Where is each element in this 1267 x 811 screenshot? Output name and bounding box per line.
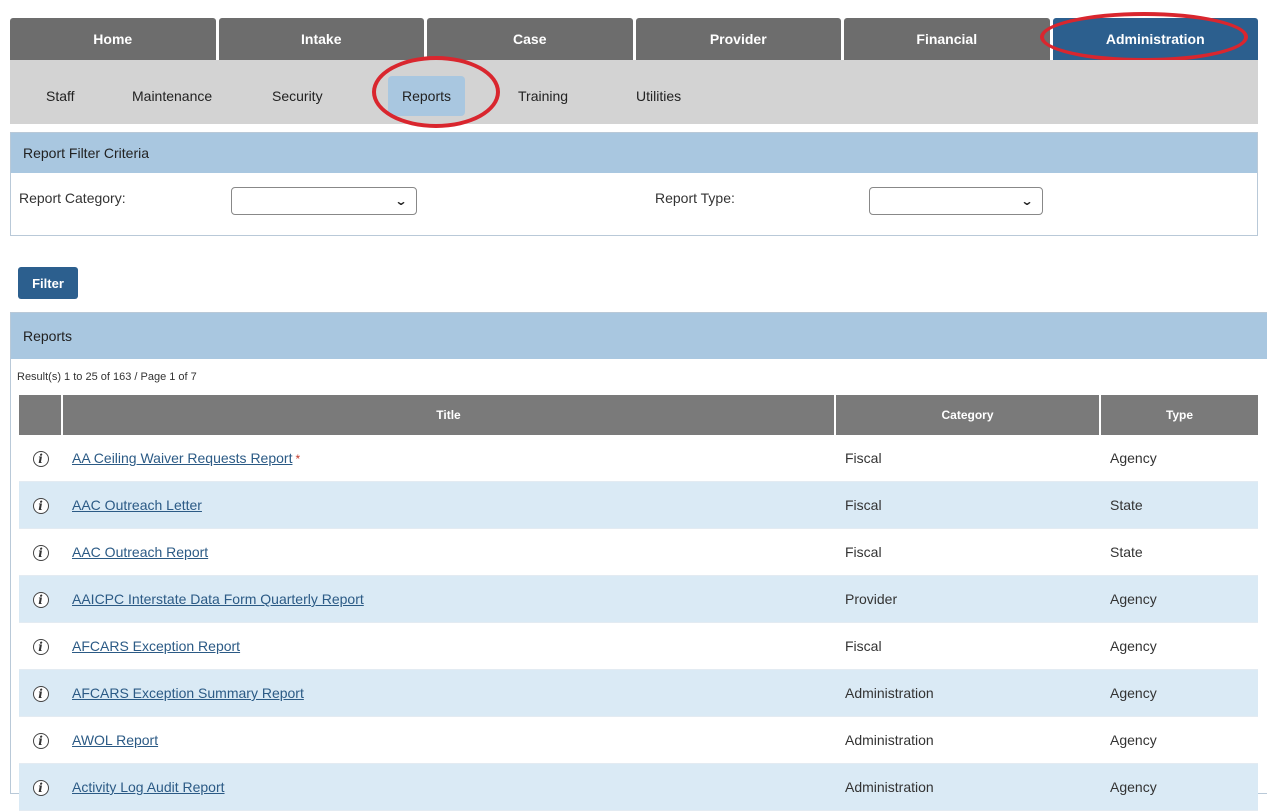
report-title-link[interactable]: AAICPC Interstate Data Form Quarterly Re…	[72, 591, 364, 607]
tab-intake[interactable]: Intake	[218, 18, 424, 60]
sub-nav: Staff Maintenance Security Reports Train…	[10, 60, 1258, 124]
info-icon[interactable]: i	[32, 591, 49, 608]
report-type-cell: Agency	[1100, 435, 1258, 482]
report-type-cell: Agency	[1100, 622, 1258, 670]
report-type-cell: State	[1100, 528, 1258, 576]
table-row: i AWOL Report Administration Agency	[19, 716, 1258, 764]
report-category-cell: Administration	[835, 716, 1100, 764]
report-filter-panel: Report Filter Criteria Report Category: …	[10, 132, 1258, 236]
subnav-item-utilities[interactable]: Utilities	[626, 82, 691, 110]
subnav-item-staff[interactable]: Staff	[36, 82, 85, 110]
table-row: i AFCARS Exception Summary Report Admini…	[19, 669, 1258, 717]
subnav-item-training[interactable]: Training	[508, 82, 578, 110]
info-icon[interactable]: i	[32, 779, 49, 796]
report-title-link[interactable]: AAC Outreach Letter	[72, 497, 202, 513]
report-category-label: Report Category:	[19, 190, 126, 206]
report-type-label: Report Type:	[655, 190, 735, 206]
chevron-down-icon: ⌄	[1020, 194, 1034, 208]
report-category-cell: Fiscal	[835, 528, 1100, 576]
report-title-link[interactable]: AFCARS Exception Summary Report	[72, 685, 304, 701]
report-category-cell: Provider	[835, 575, 1100, 623]
column-header-type[interactable]: Type	[1100, 395, 1258, 435]
results-count: Result(s) 1 to 25 of 163 / Page 1 of 7	[17, 371, 197, 383]
info-icon[interactable]: i	[32, 497, 49, 514]
report-category-cell: Administration	[835, 763, 1100, 811]
reports-panel: Reports Result(s) 1 to 25 of 163 / Page …	[10, 312, 1267, 811]
report-type-cell: Agency	[1100, 763, 1258, 811]
subnav-item-security[interactable]: Security	[262, 82, 333, 110]
chevron-down-icon: ⌄	[394, 194, 408, 208]
table-row: i AFCARS Exception Report Fiscal Agency	[19, 622, 1258, 670]
report-title-link[interactable]: Activity Log Audit Report	[72, 779, 225, 795]
required-asterisk: *	[295, 452, 301, 466]
reports-table: Title Category Type i AA Ceiling Waiver …	[19, 395, 1258, 811]
table-row: i AAC Outreach Letter Fiscal State	[19, 481, 1258, 529]
column-header-category[interactable]: Category	[835, 395, 1101, 435]
tab-financial[interactable]: Financial	[844, 18, 1050, 60]
report-title-link[interactable]: AFCARS Exception Report	[72, 638, 240, 654]
info-icon[interactable]: i	[32, 544, 49, 561]
top-nav: Home Intake Case Provider Financial Admi…	[10, 18, 1258, 60]
report-type-cell: Agency	[1100, 575, 1258, 623]
report-type-cell: State	[1100, 481, 1258, 529]
report-title-link[interactable]: AWOL Report	[72, 732, 158, 748]
report-type-cell: Agency	[1100, 669, 1258, 717]
tab-home[interactable]: Home	[10, 18, 216, 60]
tab-provider[interactable]: Provider	[635, 18, 841, 60]
filter-button[interactable]: Filter	[18, 267, 78, 299]
report-category-cell: Fiscal	[835, 435, 1100, 482]
report-filter-header: Report Filter Criteria	[11, 133, 1257, 173]
tab-case[interactable]: Case	[427, 18, 633, 60]
report-title-link[interactable]: AAC Outreach Report	[72, 544, 208, 560]
table-row: i AA Ceiling Waiver Requests Report * Fis…	[19, 435, 1258, 482]
table-row: i Activity Log Audit Report Administrati…	[19, 763, 1258, 811]
table-row: i AAICPC Interstate Data Form Quarterly …	[19, 575, 1258, 623]
info-icon[interactable]: i	[32, 685, 49, 702]
report-category-select[interactable]: ⌄	[231, 187, 417, 215]
report-type-cell: Agency	[1100, 716, 1258, 764]
reports-header: Reports	[11, 313, 1267, 359]
info-icon[interactable]: i	[32, 732, 49, 749]
column-header-icon	[19, 395, 63, 435]
report-title-link[interactable]: AA Ceiling Waiver Requests Report	[72, 450, 292, 466]
report-category-cell: Fiscal	[835, 481, 1100, 529]
subnav-item-reports[interactable]: Reports	[388, 76, 466, 116]
column-header-title[interactable]: Title	[62, 395, 836, 435]
tab-administration[interactable]: Administration	[1052, 18, 1258, 60]
table-row: i AAC Outreach Report Fiscal State	[19, 528, 1258, 576]
report-category-cell: Administration	[835, 669, 1100, 717]
info-icon[interactable]: i	[32, 450, 49, 467]
info-icon[interactable]: i	[32, 638, 49, 655]
report-type-select[interactable]: ⌄	[869, 187, 1043, 215]
subnav-item-maintenance[interactable]: Maintenance	[122, 82, 222, 110]
report-category-cell: Fiscal	[835, 622, 1100, 670]
